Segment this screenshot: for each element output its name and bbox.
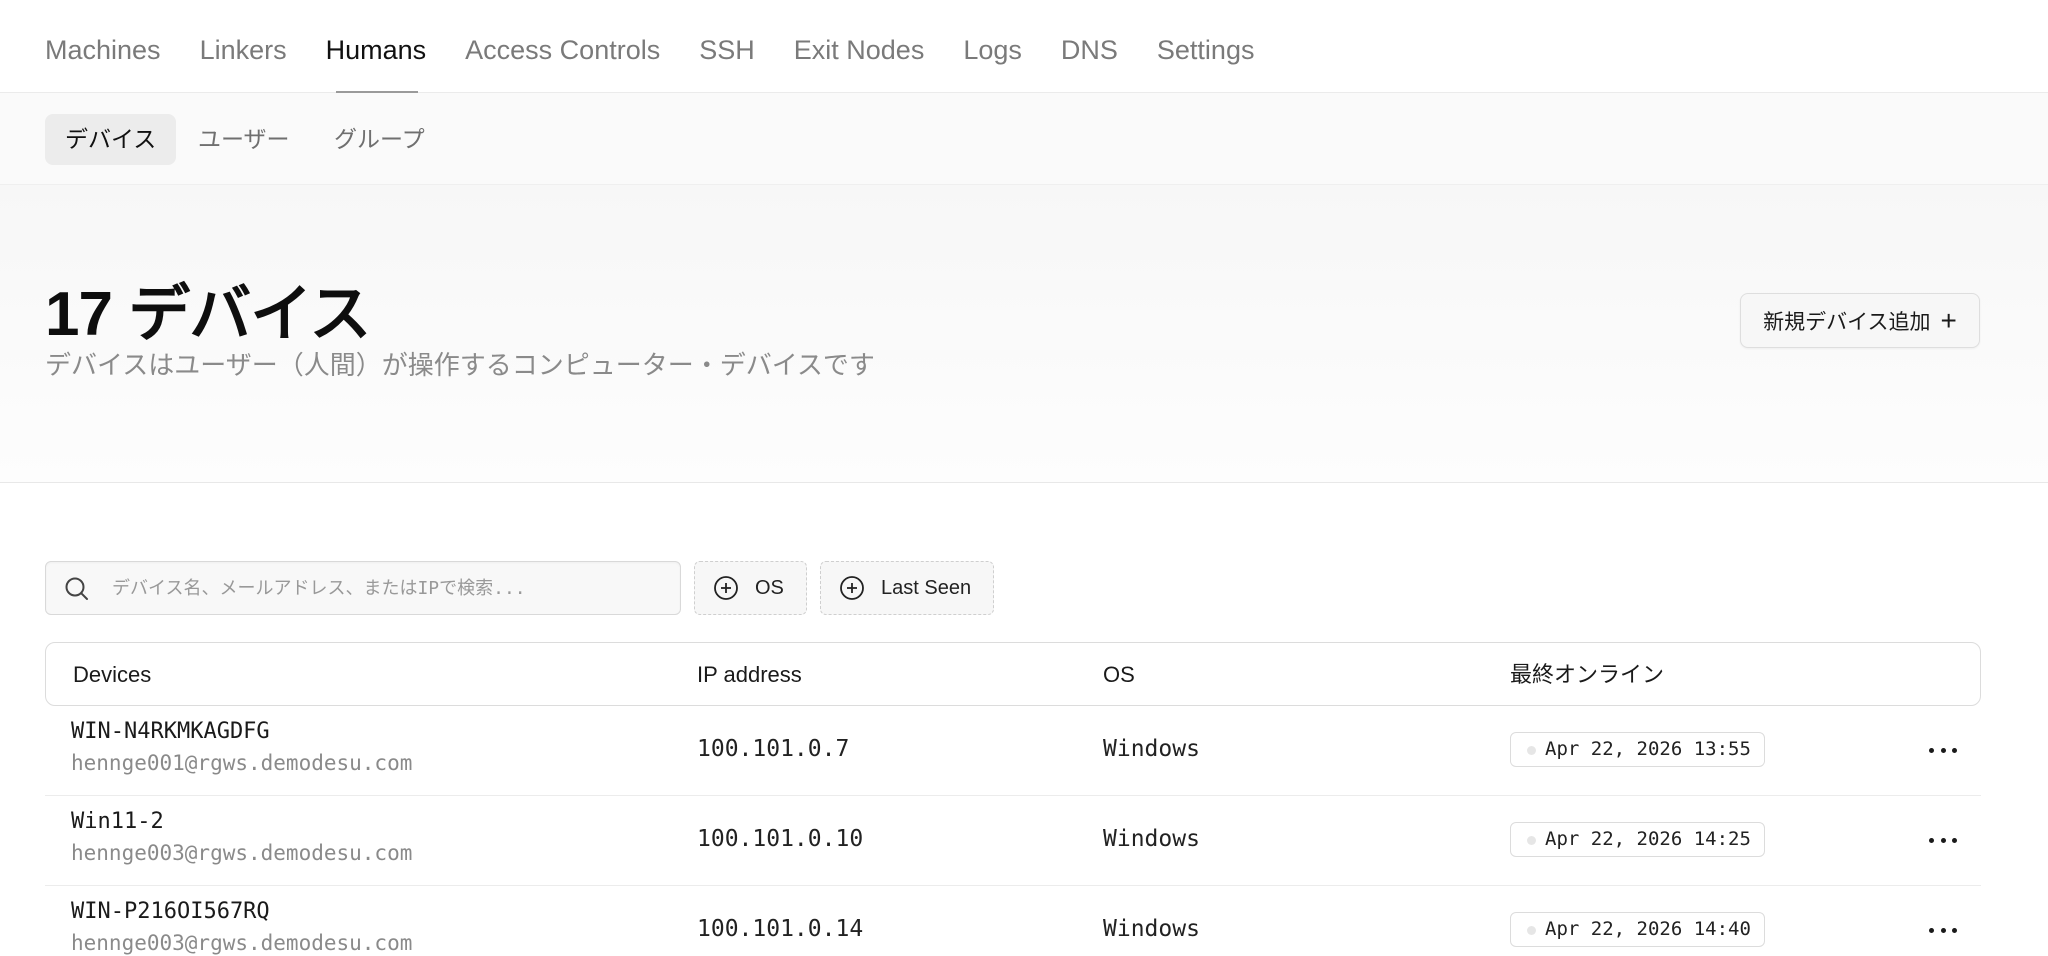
tab-exit-nodes[interactable]: Exit Nodes xyxy=(794,30,925,93)
device-ip: 100.101.0.7 xyxy=(697,736,850,762)
row-menu-button[interactable] xyxy=(1929,830,1957,850)
tab-access-controls[interactable]: Access Controls xyxy=(465,30,660,93)
row-menu-button[interactable] xyxy=(1929,740,1957,760)
status-dot-icon xyxy=(1527,926,1536,935)
device-email: hennge001@rgws.demodesu.com xyxy=(71,751,413,775)
tab-ssh[interactable]: SSH xyxy=(699,30,755,93)
column-header-last-seen[interactable]: 最終オンライン xyxy=(1510,643,1664,707)
table-row[interactable]: WIN-N4RKMKAGDFG hennge001@rgws.demodesu.… xyxy=(45,706,1981,796)
subnav-users[interactable]: ユーザー xyxy=(178,114,310,165)
sub-nav: デバイス ユーザー グループ xyxy=(0,93,2048,185)
table-row[interactable]: WIN-P216OI567RQ hennge003@rgws.demodesu.… xyxy=(45,886,1981,956)
table-header: Devices IP address OS 最終オンライン xyxy=(45,642,1981,706)
filter-os-label: OS xyxy=(755,576,784,599)
device-os: Windows xyxy=(1103,826,1200,852)
column-header-ip[interactable]: IP address xyxy=(697,643,802,707)
device-os: Windows xyxy=(1103,916,1200,942)
status-dot-icon xyxy=(1527,836,1536,845)
device-name[interactable]: WIN-N4RKMKAGDFG xyxy=(71,719,270,744)
device-name[interactable]: Win11-2 xyxy=(71,809,164,834)
page-title: 17 デバイス xyxy=(45,280,371,349)
ellipsis-icon xyxy=(1929,837,1934,843)
plus-icon: + xyxy=(1940,304,1957,336)
device-ip: 100.101.0.10 xyxy=(697,826,864,852)
add-device-button[interactable]: 新規デバイス追加 + xyxy=(1740,293,1980,348)
last-seen-badge: Apr 22, 2026 14:40 xyxy=(1510,912,1765,947)
filter-os-button[interactable]: OS xyxy=(694,561,807,615)
devices-table: Devices IP address OS 最終オンライン WIN-N4RKMK… xyxy=(45,642,1981,956)
page-subtitle: デバイスはユーザー（人間）が操作するコンピューター・デバイスです xyxy=(45,350,875,380)
device-email: hennge003@rgws.demodesu.com xyxy=(71,931,413,955)
device-name[interactable]: WIN-P216OI567RQ xyxy=(71,899,270,924)
device-ip: 100.101.0.14 xyxy=(697,916,864,942)
tab-settings[interactable]: Settings xyxy=(1157,30,1255,93)
row-menu-button[interactable] xyxy=(1929,920,1957,940)
tab-dns[interactable]: DNS xyxy=(1061,30,1118,93)
search-box xyxy=(45,561,681,615)
add-device-label: 新規デバイス追加 xyxy=(1763,310,1931,334)
ellipsis-icon xyxy=(1929,927,1934,933)
last-seen-badge: Apr 22, 2026 13:55 xyxy=(1510,732,1765,767)
subnav-groups[interactable]: グループ xyxy=(314,114,445,165)
tab-machines[interactable]: Machines xyxy=(45,30,161,93)
plus-circle-icon xyxy=(840,576,864,600)
search-input[interactable] xyxy=(112,562,672,614)
last-seen-badge: Apr 22, 2026 14:25 xyxy=(1510,822,1765,857)
tab-linkers[interactable]: Linkers xyxy=(200,30,287,93)
ellipsis-icon xyxy=(1929,747,1934,753)
last-seen-text: Apr 22, 2026 13:55 xyxy=(1545,738,1751,760)
device-email: hennge003@rgws.demodesu.com xyxy=(71,841,413,865)
subnav-devices[interactable]: デバイス xyxy=(45,114,177,165)
plus-circle-icon xyxy=(714,576,738,600)
column-header-devices[interactable]: Devices xyxy=(73,643,151,707)
page-header: 17 デバイス デバイスはユーザー（人間）が操作するコンピューター・デバイスです… xyxy=(0,185,2048,483)
last-seen-text: Apr 22, 2026 14:40 xyxy=(1545,918,1751,940)
top-nav: Machines Linkers Humans Access Controls … xyxy=(0,0,2048,93)
column-header-os[interactable]: OS xyxy=(1103,643,1135,707)
tab-logs[interactable]: Logs xyxy=(963,30,1022,93)
tab-humans[interactable]: Humans xyxy=(326,30,426,93)
filter-last-seen-button[interactable]: Last Seen xyxy=(820,561,994,615)
device-os: Windows xyxy=(1103,736,1200,762)
status-dot-icon xyxy=(1527,746,1536,755)
table-row[interactable]: Win11-2 hennge003@rgws.demodesu.com 100.… xyxy=(45,796,1981,886)
filter-last-seen-label: Last Seen xyxy=(881,576,972,599)
top-nav-tabs: Machines Linkers Humans Access Controls … xyxy=(45,30,1293,93)
search-icon xyxy=(65,577,88,600)
last-seen-text: Apr 22, 2026 14:25 xyxy=(1545,828,1751,850)
